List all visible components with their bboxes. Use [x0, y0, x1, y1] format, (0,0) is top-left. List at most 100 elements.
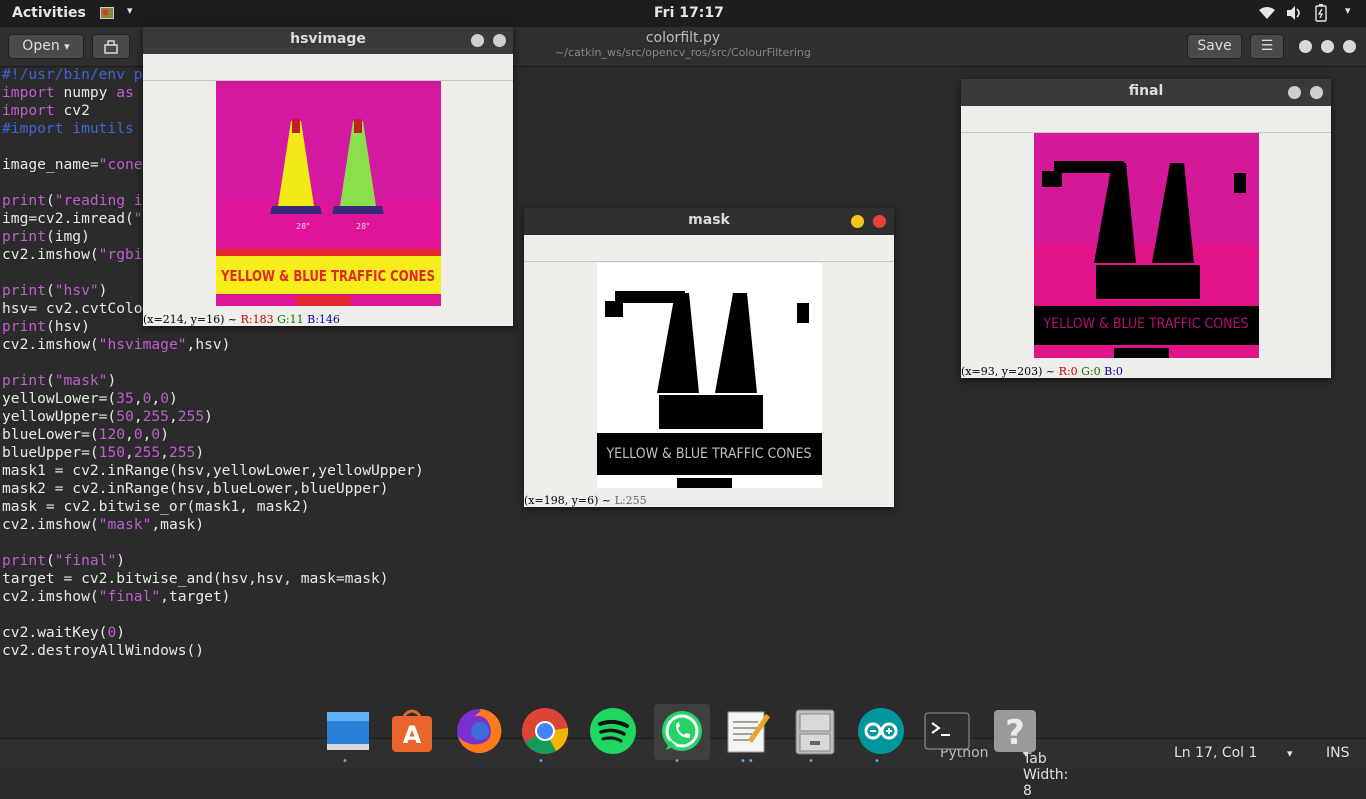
code-line[interactable]: print(img) [2, 228, 90, 246]
code-line[interactable]: cv2.imshow("mask",mask) [2, 516, 204, 534]
final-title[interactable]: final [961, 79, 1331, 106]
app-menu-icon[interactable] [100, 7, 114, 19]
firefox-icon[interactable] [454, 706, 506, 758]
mask-toolbar [524, 235, 894, 262]
code-line[interactable]: cv2.waitKey(0) [2, 624, 125, 642]
file-cabinet-icon[interactable]: • [790, 706, 842, 767]
final-image[interactable]: YELLOW & BLUE TRAFFIC CONES [1034, 133, 1259, 358]
ubuntu-software-icon[interactable]: A [388, 706, 440, 758]
code-line[interactable]: mask2 = cv2.inRange(hsv,blueLower,blueUp… [2, 480, 389, 498]
code-line[interactable]: import numpy as [2, 84, 134, 102]
code-line[interactable]: #import imutils [2, 120, 134, 138]
hsvimage-caption: YELLOW & BLUE TRAFFIC CONES [220, 267, 435, 285]
final-coords: (x=93, y=203) ~ [961, 365, 1059, 378]
hsvimage-title[interactable]: hsvimage [143, 27, 513, 54]
hsvimage-status: (x=214, y=16) ~ R:183 G:11 B:146 [143, 313, 340, 326]
top-bar: Activities ▾ Fri 17:17 ▾ [0, 0, 1366, 27]
code-line[interactable]: import cv2 [2, 102, 90, 120]
final-caption: YELLOW & BLUE TRAFFIC CONES [1043, 316, 1249, 332]
hsvimage-window[interactable]: hsvimage 28" 28" YELLOW & BLUE TRAFFIC C… [143, 27, 513, 326]
final-g-value: G:0 [1081, 365, 1101, 378]
chrome-icon[interactable]: • [520, 706, 572, 767]
terminal-icon[interactable] [922, 706, 974, 758]
whatsapp-icon[interactable]: • [654, 704, 710, 767]
svg-text:28": 28" [296, 222, 310, 231]
code-line[interactable]: mask = cv2.bitwise_or(mask1, mask2) [2, 498, 310, 516]
code-line[interactable]: yellowLower=(35,0,0) [2, 390, 178, 408]
open-button-label: Open [22, 38, 60, 54]
code-line[interactable]: cv2.imshow("final",target) [2, 588, 230, 606]
code-line[interactable]: hsv= cv2.cvtColo [2, 300, 143, 318]
hsvimage-r-value: R:183 [240, 313, 274, 326]
hsvimage-image[interactable]: 28" 28" YELLOW & BLUE TRAFFIC CONES [216, 81, 441, 306]
hsvimage-toolbar [143, 54, 513, 81]
mask-coords: (x=198, y=6) ~ [524, 494, 615, 507]
close-button[interactable] [1343, 40, 1356, 53]
mask-image[interactable]: YELLOW & BLUE TRAFFIC CONES [597, 263, 822, 488]
document-title: colorfilt.py [645, 30, 721, 46]
hsvimage-coords: (x=214, y=16) ~ [143, 313, 241, 326]
cursor-position[interactable]: Ln 17, Col 1 [1174, 745, 1257, 761]
svg-text:A: A [403, 721, 422, 749]
save-button[interactable]: Save [1187, 34, 1242, 59]
mask-title[interactable]: mask [524, 208, 894, 235]
position-chevron-icon[interactable]: ▾ [1287, 747, 1293, 760]
code-line[interactable]: print("reading i [2, 192, 143, 210]
wifi-icon[interactable] [1258, 5, 1276, 21]
hsvimage-g-value: G:11 [277, 313, 304, 326]
dock: • A • • •• • • ? [320, 702, 1050, 768]
code-line[interactable]: print("hsv") [2, 282, 107, 300]
code-line[interactable]: cv2.destroyAllWindows() [2, 642, 204, 660]
code-line[interactable]: yellowUpper=(50,255,255) [2, 408, 213, 426]
arduino-icon[interactable]: • [856, 706, 908, 767]
mask-status: (x=198, y=6) ~ L:255 [524, 494, 647, 507]
mask-minimize-button[interactable] [851, 215, 864, 228]
code-line[interactable]: mask1 = cv2.inRange(hsv,yellowLower,yell… [2, 462, 424, 480]
hsvimage-close-button[interactable] [493, 34, 506, 47]
open-chevron-icon: ▾ [64, 40, 70, 53]
final-r-value: R:0 [1058, 365, 1078, 378]
text-editor-icon[interactable]: •• [722, 706, 774, 767]
code-line[interactable]: blueUpper=(150,255,255) [2, 444, 204, 462]
code-line[interactable]: target = cv2.bitwise_and(hsv,hsv, mask=m… [2, 570, 389, 588]
code-line[interactable]: #!/usr/bin/env p [2, 66, 143, 84]
code-line[interactable]: cv2.imshow("rgbi [2, 246, 143, 264]
final-window[interactable]: final YELLOW & BLUE TRAFFIC CONES (x=93,… [961, 79, 1331, 378]
hamburger-menu-button[interactable]: ☰ [1250, 34, 1284, 59]
clock[interactable]: Fri 17:17 [654, 5, 724, 21]
files-manager-icon[interactable]: • [324, 706, 376, 767]
final-close-button[interactable] [1310, 86, 1323, 99]
new-document-icon [104, 40, 118, 54]
code-line[interactable]: img=cv2.imread(" [2, 210, 143, 228]
maximize-button[interactable] [1321, 40, 1334, 53]
document-path: ~/catkin_ws/src/opencv_ros/src/ColourFil… [555, 46, 811, 59]
svg-text:?: ? [1005, 713, 1025, 753]
code-line[interactable]: blueLower=(120,0,0) [2, 426, 169, 444]
volume-icon[interactable] [1285, 5, 1303, 21]
final-minimize-button[interactable] [1288, 86, 1301, 99]
mask-close-button[interactable] [873, 215, 886, 228]
code-line[interactable]: image_name="cone [2, 156, 143, 174]
hsvimage-minimize-button[interactable] [471, 34, 484, 47]
spotify-icon[interactable] [588, 706, 640, 758]
system-menu-chevron-icon[interactable]: ▾ [1345, 4, 1351, 17]
svg-text:28": 28" [356, 222, 370, 231]
code-line[interactable]: cv2.imshow("hsvimage",hsv) [2, 336, 230, 354]
minimize-button[interactable] [1299, 40, 1312, 53]
activities-button[interactable]: Activities [12, 5, 86, 21]
code-line[interactable]: print("final") [2, 552, 125, 570]
chevron-down-icon[interactable]: ▾ [127, 4, 133, 17]
insert-mode: INS [1326, 745, 1350, 761]
battery-icon[interactable] [1314, 4, 1328, 22]
code-line[interactable]: print("mask") [2, 372, 116, 390]
mask-window[interactable]: mask YELLOW & BLUE TRAFFIC CONES (x=198,… [524, 208, 894, 507]
final-toolbar [961, 106, 1331, 133]
new-document-button[interactable] [92, 34, 130, 59]
mask-caption: YELLOW & BLUE TRAFFIC CONES [606, 446, 812, 462]
final-status: (x=93, y=203) ~ R:0 G:0 B:0 [961, 365, 1123, 378]
open-button[interactable]: Open ▾ [8, 34, 84, 59]
code-line[interactable]: print(hsv) [2, 318, 90, 336]
mask-l-value: L:255 [614, 494, 647, 507]
final-b-value: B:0 [1104, 365, 1123, 378]
help-icon[interactable]: ? [990, 706, 1042, 758]
